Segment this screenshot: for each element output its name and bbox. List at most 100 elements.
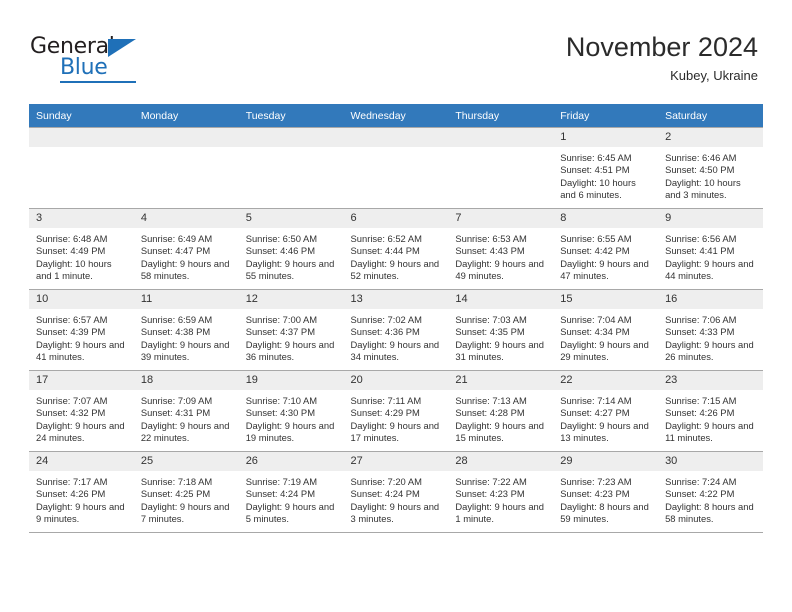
day-number: 5 [238, 209, 344, 228]
calendar-day-cell[interactable]: 3 Sunrise: 6:48 AM Sunset: 4:49 PM Daylight… [29, 208, 134, 290]
day-details: Sunrise: 7:20 AM Sunset: 4:24 PM Daylight:… [344, 471, 449, 526]
calendar-day-cell[interactable]: 23 Sunrise: 7:15 AM Sunset: 4:26 PM Dayligh… [658, 370, 763, 452]
calendar-day-cell[interactable]: 8 Sunrise: 6:55 AM Sunset: 4:42 PM Daylight… [553, 208, 659, 290]
calendar-day-cell[interactable]: 29 Sunrise: 7:23 AM Sunset: 4:23 PM Dayligh… [553, 451, 659, 532]
calendar-day-cell[interactable]: 17 Sunrise: 7:07 AM Sunset: 4:32 PM Dayligh… [29, 370, 134, 452]
day-number: 15 [553, 290, 659, 309]
sunrise-text: Sunrise: 7:02 AM [350, 314, 422, 325]
day-details: Sunrise: 6:46 AM Sunset: 4:50 PM Daylight:… [658, 147, 763, 202]
calendar-week-row: 3 Sunrise: 6:48 AM Sunset: 4:49 PM Daylight… [29, 208, 763, 290]
day-number [343, 128, 449, 147]
calendar-day-cell[interactable]: 16 Sunrise: 7:06 AM Sunset: 4:33 PM Dayligh… [658, 289, 763, 371]
sunset-text: Sunset: 4:47 PM [140, 245, 211, 257]
day-details: Sunrise: 7:09 AM Sunset: 4:31 PM Daylight:… [134, 390, 239, 445]
day-number: 22 [553, 371, 659, 390]
sunset-text: Sunset: 4:29 PM [350, 407, 420, 419]
sunrise-text: Sunrise: 6:57 AM [36, 314, 108, 325]
calendar-day-cell[interactable]: 4 Sunrise: 6:49 AM Sunset: 4:47 PM Daylight… [133, 208, 239, 290]
sunrise-text: Sunrise: 7:04 AM [560, 314, 632, 325]
daylight-text: Daylight: 9 hours and 58 minutes. [140, 257, 230, 282]
calendar-day-cell[interactable]: 7 Sunrise: 6:53 AM Sunset: 4:43 PM Daylight… [448, 208, 554, 290]
sunrise-text: Sunrise: 6:59 AM [140, 314, 213, 325]
daylight-text: Daylight: 9 hours and 1 minute. [455, 500, 544, 525]
daylight-text: Daylight: 9 hours and 52 minutes. [350, 257, 440, 282]
sunrise-text: Sunrise: 7:07 AM [36, 395, 108, 406]
daylight-text: Daylight: 9 hours and 55 minutes. [245, 257, 335, 282]
sunset-text: Sunset: 4:43 PM [455, 245, 525, 257]
day-details: Sunrise: 6:56 AM Sunset: 4:41 PM Daylight:… [658, 228, 763, 283]
title-block: November 2024 Kubey, Ukraine [566, 32, 758, 83]
sunset-text: Sunset: 4:46 PM [245, 245, 315, 257]
day-details: Sunrise: 6:50 AM Sunset: 4:46 PM Daylight:… [239, 228, 344, 283]
sunset-text: Sunset: 4:23 PM [455, 488, 525, 500]
sunrise-text: Sunrise: 7:19 AM [245, 476, 318, 487]
daylight-text: Daylight: 9 hours and 36 minutes. [245, 338, 335, 363]
sunset-text: Sunset: 4:44 PM [350, 245, 420, 257]
day-details: Sunrise: 6:57 AM Sunset: 4:39 PM Daylight:… [29, 309, 134, 364]
weekday-header-row: Sunday Monday Tuesday Wednesday Thursday… [29, 104, 763, 128]
daylight-text: Daylight: 9 hours and 47 minutes. [560, 257, 649, 282]
day-details: Sunrise: 6:49 AM Sunset: 4:47 PM Daylight:… [134, 228, 239, 283]
sunrise-text: Sunrise: 7:20 AM [350, 476, 422, 487]
calendar-day-cell[interactable]: 18 Sunrise: 7:09 AM Sunset: 4:31 PM Dayligh… [133, 370, 239, 452]
day-details: Sunrise: 7:17 AM Sunset: 4:26 PM Daylight:… [29, 471, 134, 526]
sunrise-text: Sunrise: 6:46 AM [665, 152, 737, 163]
calendar-day-cell[interactable]: 21 Sunrise: 7:13 AM Sunset: 4:28 PM Dayligh… [448, 370, 554, 452]
calendar-day-cell[interactable]: 27 Sunrise: 7:20 AM Sunset: 4:24 PM Dayligh… [343, 451, 449, 532]
sunset-text: Sunset: 4:32 PM [36, 407, 106, 419]
sunrise-text: Sunrise: 7:15 AM [665, 395, 737, 406]
day-details: Sunrise: 7:18 AM Sunset: 4:25 PM Daylight:… [134, 471, 239, 526]
sunset-text: Sunset: 4:28 PM [455, 407, 525, 419]
calendar-day-cell[interactable]: 24 Sunrise: 7:17 AM Sunset: 4:26 PM Dayligh… [29, 451, 134, 532]
calendar-day-cell[interactable]: 11 Sunrise: 6:59 AM Sunset: 4:38 PM Dayligh… [133, 289, 239, 371]
sunset-text: Sunset: 4:39 PM [36, 326, 106, 338]
sunrise-text: Sunrise: 7:11 AM [350, 395, 422, 406]
sunrise-text: Sunrise: 7:18 AM [140, 476, 213, 487]
day-number: 20 [343, 371, 449, 390]
day-number: 19 [238, 371, 344, 390]
sunrise-text: Sunrise: 6:45 AM [560, 152, 632, 163]
calendar-page: General Blue November 2024 Kubey, Ukrain… [0, 0, 792, 612]
calendar-day-cell[interactable]: 6 Sunrise: 6:52 AM Sunset: 4:44 PM Daylight… [343, 208, 449, 290]
logo-underline [60, 81, 136, 83]
calendar-day-cell[interactable]: 13 Sunrise: 7:02 AM Sunset: 4:36 PM Dayligh… [343, 289, 449, 371]
calendar-day-cell[interactable]: 25 Sunrise: 7:18 AM Sunset: 4:25 PM Dayligh… [133, 451, 239, 532]
calendar-day-cell[interactable]: 26 Sunrise: 7:19 AM Sunset: 4:24 PM Dayligh… [238, 451, 344, 532]
calendar-cell-empty [238, 127, 344, 209]
day-details: Sunrise: 7:15 AM Sunset: 4:26 PM Daylight:… [658, 390, 763, 445]
daylight-text: Daylight: 8 hours and 58 minutes. [665, 500, 754, 525]
day-number: 13 [343, 290, 449, 309]
calendar-day-cell[interactable]: 20 Sunrise: 7:11 AM Sunset: 4:29 PM Dayligh… [343, 370, 449, 452]
page-header: General Blue November 2024 Kubey, Ukrain… [0, 0, 792, 100]
sunset-text: Sunset: 4:50 PM [665, 164, 735, 176]
sunrise-text: Sunrise: 7:14 AM [560, 395, 632, 406]
daylight-text: Daylight: 9 hours and 39 minutes. [140, 338, 230, 363]
calendar-day-cell[interactable]: 9 Sunrise: 6:56 AM Sunset: 4:41 PM Daylight… [658, 208, 763, 290]
day-number: 30 [658, 452, 763, 471]
daylight-text: Daylight: 10 hours and 3 minutes. [665, 176, 741, 201]
daylight-text: Daylight: 9 hours and 13 minutes. [560, 419, 649, 444]
day-details: Sunrise: 7:04 AM Sunset: 4:34 PM Daylight:… [553, 309, 658, 364]
sunset-text: Sunset: 4:27 PM [560, 407, 630, 419]
calendar-day-cell[interactable]: 15 Sunrise: 7:04 AM Sunset: 4:34 PM Dayligh… [553, 289, 659, 371]
calendar-day-cell[interactable]: 12 Sunrise: 7:00 AM Sunset: 4:37 PM Dayligh… [238, 289, 344, 371]
sunset-text: Sunset: 4:42 PM [560, 245, 630, 257]
calendar-day-cell[interactable]: 14 Sunrise: 7:03 AM Sunset: 4:35 PM Dayligh… [448, 289, 554, 371]
calendar-day-cell[interactable]: 19 Sunrise: 7:10 AM Sunset: 4:30 PM Dayligh… [238, 370, 344, 452]
day-number: 2 [658, 128, 763, 147]
calendar-day-cell[interactable]: 22 Sunrise: 7:14 AM Sunset: 4:27 PM Dayligh… [553, 370, 659, 452]
calendar-day-cell[interactable]: 5 Sunrise: 6:50 AM Sunset: 4:46 PM Daylight… [238, 208, 344, 290]
weekday-header-monday: Monday [133, 104, 239, 128]
daylight-text: Daylight: 9 hours and 11 minutes. [665, 419, 754, 444]
sunset-text: Sunset: 4:25 PM [140, 488, 211, 500]
daylight-text: Daylight: 8 hours and 59 minutes. [560, 500, 649, 525]
calendar-cell-empty [448, 127, 554, 209]
calendar-day-cell[interactable]: 28 Sunrise: 7:22 AM Sunset: 4:23 PM Dayligh… [448, 451, 554, 532]
calendar-day-cell[interactable]: 1 Sunrise: 6:45 AM Sunset: 4:51 PM Daylight… [553, 127, 659, 209]
sunrise-text: Sunrise: 6:52 AM [350, 233, 422, 244]
calendar-body: 1 Sunrise: 6:45 AM Sunset: 4:51 PM Daylight… [29, 127, 763, 532]
calendar-day-cell[interactable]: 30 Sunrise: 7:24 AM Sunset: 4:22 PM Dayligh… [658, 451, 763, 532]
daylight-text: Daylight: 9 hours and 22 minutes. [140, 419, 230, 444]
calendar-day-cell[interactable]: 10 Sunrise: 6:57 AM Sunset: 4:39 PM Dayligh… [29, 289, 134, 371]
calendar-day-cell[interactable]: 2 Sunrise: 6:46 AM Sunset: 4:50 PM Daylight… [658, 127, 763, 209]
